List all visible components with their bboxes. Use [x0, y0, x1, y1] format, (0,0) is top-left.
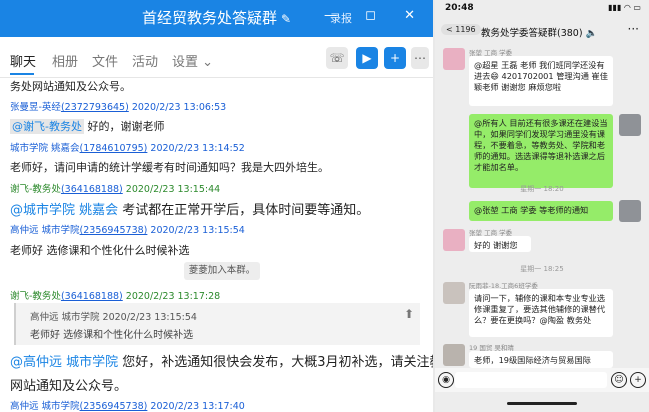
sender-id-link[interactable]: (364168188) [61, 184, 123, 195]
timestamp: 星期一 18:20 [520, 185, 564, 193]
avatar[interactable] [443, 282, 465, 304]
message-text: 老师好 选修课和个性化什么时候补选 [10, 244, 190, 257]
tab-activity[interactable]: 活动 [132, 51, 158, 70]
sender-name[interactable]: 张曼昱-英经 [10, 102, 61, 113]
tab-bar: 聊天 相册 文件 活动 设置 ⌄ ☏ ▶ + ⋯ [0, 37, 433, 78]
message-list: 务处网站通知及公众号。 张曼昱-英经(2372793645) 2020/2/23… [0, 78, 433, 412]
message-body: @城市学院 姚嘉会 考试都在正常开学后，具体时间要等通知。 [10, 199, 369, 218]
message-header: 张曼昱-英经(2372793645) 2020/2/23 13:06:53 [10, 99, 226, 113]
sender-name[interactable]: 高仲远 城市学院 [10, 225, 80, 236]
status-bar: 20:48 ▮▮▮ ◠ ▭ [435, 0, 649, 18]
message-header: 城市学院 姚嘉会(1784610795) 2020/2/23 13:14:52 [10, 140, 245, 154]
sender-name[interactable]: 高仲远 城市学院 [10, 401, 80, 412]
sender-name[interactable]: 城市学院 姚嘉会 [10, 143, 80, 154]
jump-to-quote-icon[interactable]: ⬆ [404, 307, 414, 321]
add-icon[interactable]: + [384, 47, 406, 69]
message-bubble[interactable]: 请问一下，辅修的课和本专业专业选修课重复了，要选其他辅修的课替代么？要在更换吗？… [469, 289, 613, 337]
avatar[interactable] [443, 229, 465, 251]
more-icon[interactable]: ··· [628, 22, 639, 36]
message-bubble[interactable]: @超星 王磊 老师 我们班同学还没有进去😄 4201702001 管理沟通 崔佳… [469, 56, 613, 106]
message-text: 考试都在正常开学后，具体时间要等通知。 [118, 203, 370, 218]
sender-name[interactable]: 谢飞-教务处 [10, 291, 61, 302]
sender-id-link[interactable]: (364168188) [61, 291, 123, 302]
mention-link[interactable]: @城市学院 姚嘉会 [10, 203, 118, 218]
phone-icon[interactable]: ☏ [326, 47, 348, 69]
emoji-icon[interactable]: ☺ [611, 372, 627, 388]
back-button[interactable]: < 1196 [441, 24, 481, 35]
message-time: 2020/2/23 13:15:44 [125, 184, 221, 195]
message-text: 您好，补选通知很快会发布，大概3月初补选，请关注教务处 [122, 355, 433, 370]
more-icon[interactable]: ⋯ [411, 47, 429, 69]
message-bubble[interactable]: 老师，19级国际经济与贸易国际 [469, 351, 613, 368]
group-name: 首经贸教务处答疑群 [141, 9, 277, 27]
avatar-self[interactable] [619, 200, 641, 222]
message-header: 谢飞-教务处(364168188) 2020/2/23 13:17:28 [10, 288, 220, 302]
voice-icon[interactable]: ◉ [438, 372, 454, 388]
avatar-self[interactable] [619, 114, 641, 136]
qq-chat-window: 首经贸教务处答疑群 ✎ 录报 — ◻ ✕ 聊天 相册 文件 活动 设置 ⌄ ☏ ▶… [0, 0, 433, 412]
quoted-message[interactable]: 高仲远 城市学院 2020/2/23 13:15:54 老师好 选修课和个性化什… [14, 303, 420, 345]
message-time: 2020/2/23 13:17:28 [125, 291, 221, 302]
input-bar: ◉ ☺ + [435, 368, 649, 392]
system-notice: 菱菱加入本群。 [184, 262, 260, 280]
message-header: 谢飞-教务处(364168188) 2020/2/23 13:15:44 [10, 181, 220, 195]
message-time: 2020/2/23 13:06:53 [131, 102, 227, 113]
message-bubble[interactable]: 好的 谢谢您 [469, 236, 531, 252]
video-icon[interactable]: ▶ [356, 47, 378, 69]
mention-link[interactable]: @谢飞-教务处 [10, 119, 84, 134]
tab-files[interactable]: 文件 [92, 51, 118, 70]
message-input[interactable] [455, 372, 607, 388]
sender-id-link[interactable]: (1784610795) [80, 143, 148, 154]
tab-album[interactable]: 相册 [52, 51, 78, 70]
quote-text: 老师好 选修课和个性化什么时候补选 [30, 330, 194, 341]
message-header: 高仲远 城市学院(2356945738) 2020/2/23 13:17:40 [10, 398, 245, 412]
tab-settings[interactable]: 设置 ⌄ [172, 51, 213, 70]
message-time: 2020/2/23 13:15:54 [150, 225, 245, 236]
quote-header: 高仲远 城市学院 2020/2/23 13:15:54 [30, 312, 197, 323]
message-time: 2020/2/23 13:17:40 [150, 401, 245, 412]
message-body: @高仲远 城市学院 您好，补选通知很快会发布，大概3月初补选，请关注教务处 [10, 351, 433, 370]
home-indicator [507, 402, 577, 405]
message-bubble-self[interactable]: @所有人 目前还有很多课还在建设当中，如果同学们发现学习通里没有课程，不要着急，… [469, 114, 613, 188]
wechat-chat-screen: 20:48 ▮▮▮ ◠ ▭ < 1196 教务处学委答疑群(380) 🔈 ···… [435, 0, 649, 412]
clock: 20:48 [445, 3, 474, 13]
message-text: 网站通知及公众号。 [10, 379, 128, 394]
avatar[interactable] [443, 48, 465, 70]
edit-icon[interactable]: ✎ [281, 12, 291, 26]
message-text: 老师好，请问申请的统计学缓考有时间通知吗？我是大四外培生。 [10, 161, 329, 174]
signal-icon: ▮▮▮ ◠ ▭ [608, 3, 641, 12]
timestamp: 星期一 18:25 [520, 265, 564, 273]
message-bubble-self[interactable]: @张堃 工商 学委 等老师的通知 [469, 201, 613, 221]
sender-name[interactable]: 谢飞-教务处 [10, 184, 61, 195]
plus-icon[interactable]: + [630, 372, 646, 388]
sender-id-link[interactable]: (2372793645) [61, 102, 129, 113]
window-controls[interactable]: — ◻ ✕ [324, 8, 427, 23]
message-header: 高仲远 城市学院(2356945738) 2020/2/23 13:15:54 [10, 222, 245, 236]
message-text: 好的，谢谢老师 [83, 120, 165, 133]
active-tab-indicator [10, 73, 34, 75]
chat-title: 教务处学委答疑群(380) 🔈 [481, 28, 598, 39]
title-bar: 首经贸教务处答疑群 ✎ 录报 — ◻ ✕ [0, 0, 433, 37]
sender-id-link[interactable]: (2356945738) [80, 225, 148, 236]
nav-bar: < 1196 教务处学委答疑群(380) 🔈 ··· [435, 18, 649, 44]
tab-chat[interactable]: 聊天 [10, 51, 36, 70]
message-text: 务处网站通知及公众号。 [10, 80, 131, 93]
mention-link[interactable]: @高仲远 城市学院 [10, 355, 118, 370]
message-body: @谢飞-教务处 好的，谢谢老师 [10, 118, 164, 134]
avatar[interactable] [443, 344, 465, 366]
message-time: 2020/2/23 13:14:52 [150, 143, 245, 154]
sender-id-link[interactable]: (2356945738) [80, 401, 148, 412]
